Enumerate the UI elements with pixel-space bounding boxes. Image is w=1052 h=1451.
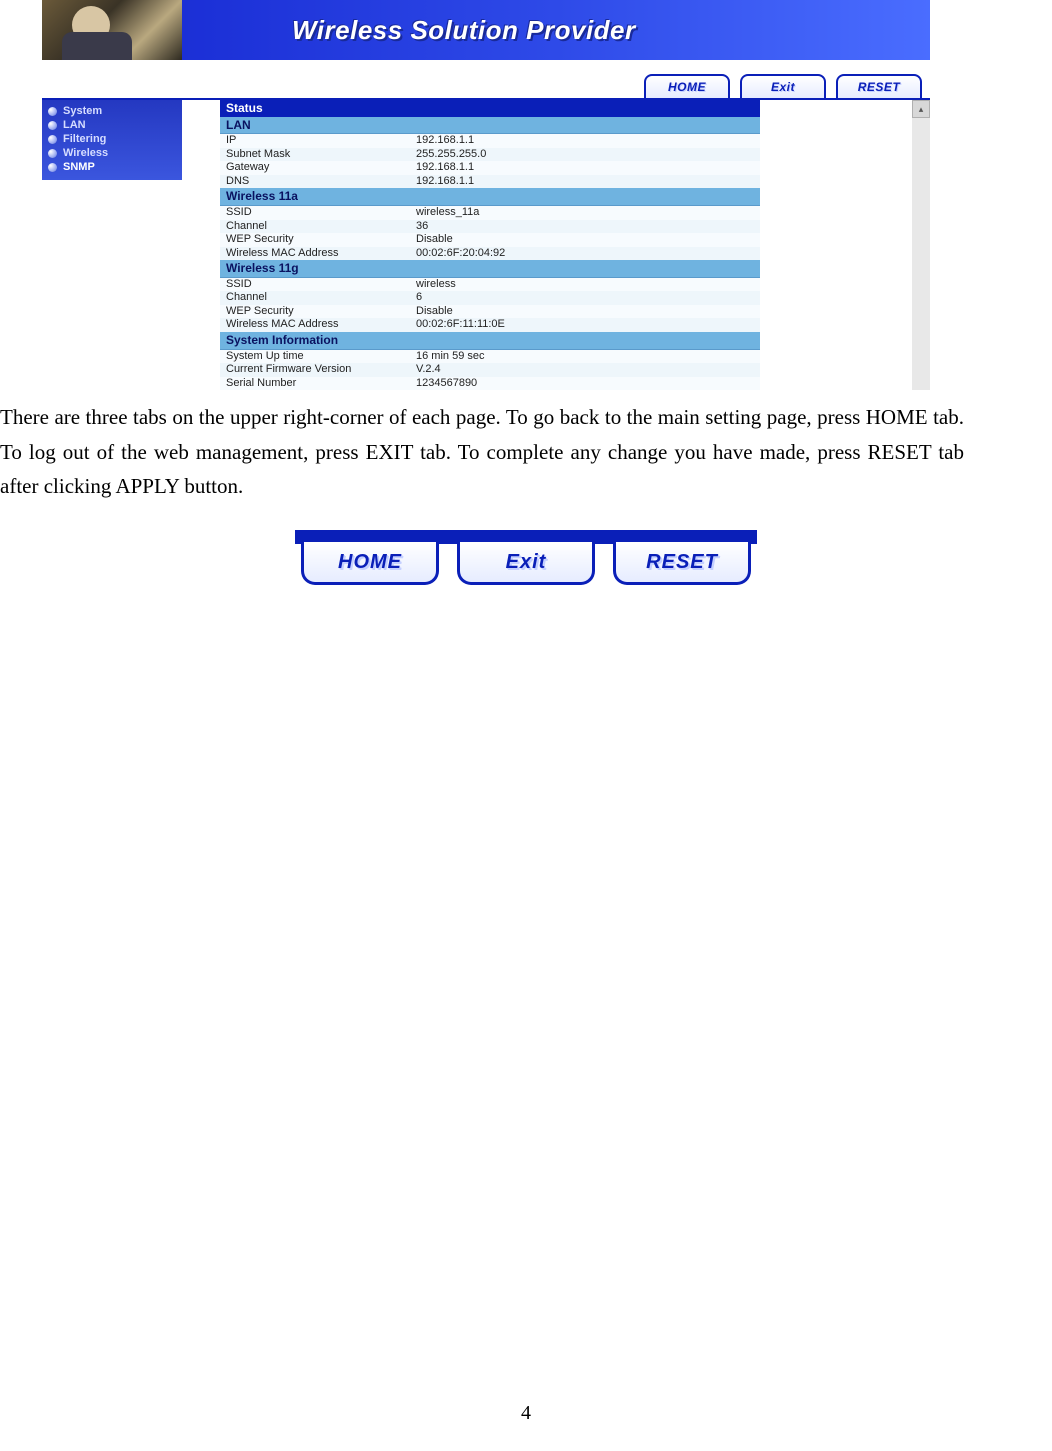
k: IP [226, 135, 416, 147]
v: 00:02:6F:11:11:0E [416, 319, 754, 331]
k: SSID [226, 279, 416, 291]
sidebar-item-filtering[interactable]: Filtering [42, 132, 182, 146]
table-row: WEP SecurityDisable [220, 233, 760, 247]
tabs-closeup: HOME Exit RESET [295, 530, 757, 585]
section-lan: LAN [220, 117, 760, 135]
sidebar-item-snmp[interactable]: SNMP [42, 160, 182, 174]
status-header: Status [220, 100, 760, 117]
banner: Wireless Solution Provider [42, 0, 930, 60]
sidebar-item-label: LAN [63, 119, 86, 131]
table-row: Wireless MAC Address00:02:6F:11:11:0E [220, 318, 760, 332]
table-row: SSIDwireless_11a [220, 206, 760, 220]
v: V.2.4 [416, 364, 754, 376]
v: 192.168.1.1 [416, 176, 754, 188]
section-sysinfo: System Information [220, 332, 760, 350]
bullet-icon [48, 135, 57, 144]
v: 255.255.255.0 [416, 149, 754, 161]
sidebar-item-wireless[interactable]: Wireless [42, 146, 182, 160]
scroll-up-icon[interactable]: ▴ [912, 100, 930, 118]
table-row: IP192.168.1.1 [220, 134, 760, 148]
v: 6 [416, 292, 754, 304]
home-tab[interactable]: HOME [644, 74, 730, 98]
sidebar-item-lan[interactable]: LAN [42, 118, 182, 132]
tabs-closeup-row: HOME Exit RESET [295, 542, 757, 585]
scrollbar[interactable]: ▴ [912, 100, 930, 390]
v: 192.168.1.1 [416, 135, 754, 147]
sidebar-item-label: SNMP [63, 161, 95, 173]
table-row: Subnet Mask255.255.255.0 [220, 148, 760, 162]
section-label: LAN [226, 119, 416, 132]
banner-title-text: Wireless Solution Provider [292, 15, 636, 46]
banner-title-area: Wireless Solution Provider [182, 0, 930, 60]
table-row: Gateway192.168.1.1 [220, 161, 760, 175]
v: Disable [416, 234, 754, 246]
table-row: DNS192.168.1.1 [220, 175, 760, 189]
exit-tab-large[interactable]: Exit [457, 542, 595, 585]
k: DNS [226, 176, 416, 188]
sidebar-item-system[interactable]: System [42, 104, 182, 118]
table-row: System Up time16 min 59 sec [220, 350, 760, 364]
table-row: SSIDwireless [220, 278, 760, 292]
v: 192.168.1.1 [416, 162, 754, 174]
bullet-icon [48, 121, 57, 130]
k: Gateway [226, 162, 416, 174]
table-row: WEP SecurityDisable [220, 305, 760, 319]
sidebar: System LAN Filtering Wireless SNMP [42, 100, 182, 390]
section-label: System Information [226, 334, 416, 347]
router-admin-screenshot: Wireless Solution Provider HOME Exit RES… [42, 0, 930, 390]
home-tab-large[interactable]: HOME [301, 542, 439, 585]
v: wireless [416, 279, 754, 291]
table-row: Channel6 [220, 291, 760, 305]
section-11g: Wireless 11g [220, 260, 760, 278]
v: 16 min 59 sec [416, 351, 754, 363]
body-paragraph: There are three tabs on the upper right-… [0, 400, 1012, 504]
v: 36 [416, 221, 754, 233]
k: Serial Number [226, 378, 416, 390]
table-row: Wireless MAC Address00:02:6F:20:04:92 [220, 247, 760, 261]
section-label: Wireless 11a [226, 190, 416, 203]
k: SSID [226, 207, 416, 219]
table-row: Channel36 [220, 220, 760, 234]
banner-photo [42, 0, 182, 60]
v: 1234567890 [416, 378, 754, 390]
sidebar-item-label: System [63, 105, 102, 117]
section-label: Wireless 11g [226, 262, 416, 275]
gap [182, 100, 220, 390]
bullet-icon [48, 107, 57, 116]
v: wireless_11a [416, 207, 754, 219]
exit-tab[interactable]: Exit [740, 74, 826, 98]
k: WEP Security [226, 234, 416, 246]
table-row: Current Firmware VersionV.2.4 [220, 363, 760, 377]
main-panel: Status LAN IP192.168.1.1 Subnet Mask255.… [220, 100, 930, 390]
page-number: 4 [0, 1402, 1052, 1425]
k: Wireless MAC Address [226, 319, 416, 331]
spacer [760, 100, 912, 390]
content-row: System LAN Filtering Wireless SNMP [42, 100, 930, 390]
sidebar-item-label: Wireless [63, 147, 108, 159]
sidebar-item-label: Filtering [63, 133, 106, 145]
bullet-icon [48, 149, 57, 158]
section-11a: Wireless 11a [220, 188, 760, 206]
table-row: Serial Number1234567890 [220, 377, 760, 391]
v: Disable [416, 306, 754, 318]
k: Wireless MAC Address [226, 248, 416, 260]
k: Subnet Mask [226, 149, 416, 161]
v: 00:02:6F:20:04:92 [416, 248, 754, 260]
k: Current Firmware Version [226, 364, 416, 376]
k: WEP Security [226, 306, 416, 318]
reset-tab[interactable]: RESET [836, 74, 922, 98]
k: System Up time [226, 351, 416, 363]
k: Channel [226, 221, 416, 233]
k: Channel [226, 292, 416, 304]
top-tab-bar: HOME Exit RESET [42, 60, 930, 100]
bullet-icon [48, 163, 57, 172]
status-table: Status LAN IP192.168.1.1 Subnet Mask255.… [220, 100, 760, 390]
reset-tab-large[interactable]: RESET [613, 542, 751, 585]
